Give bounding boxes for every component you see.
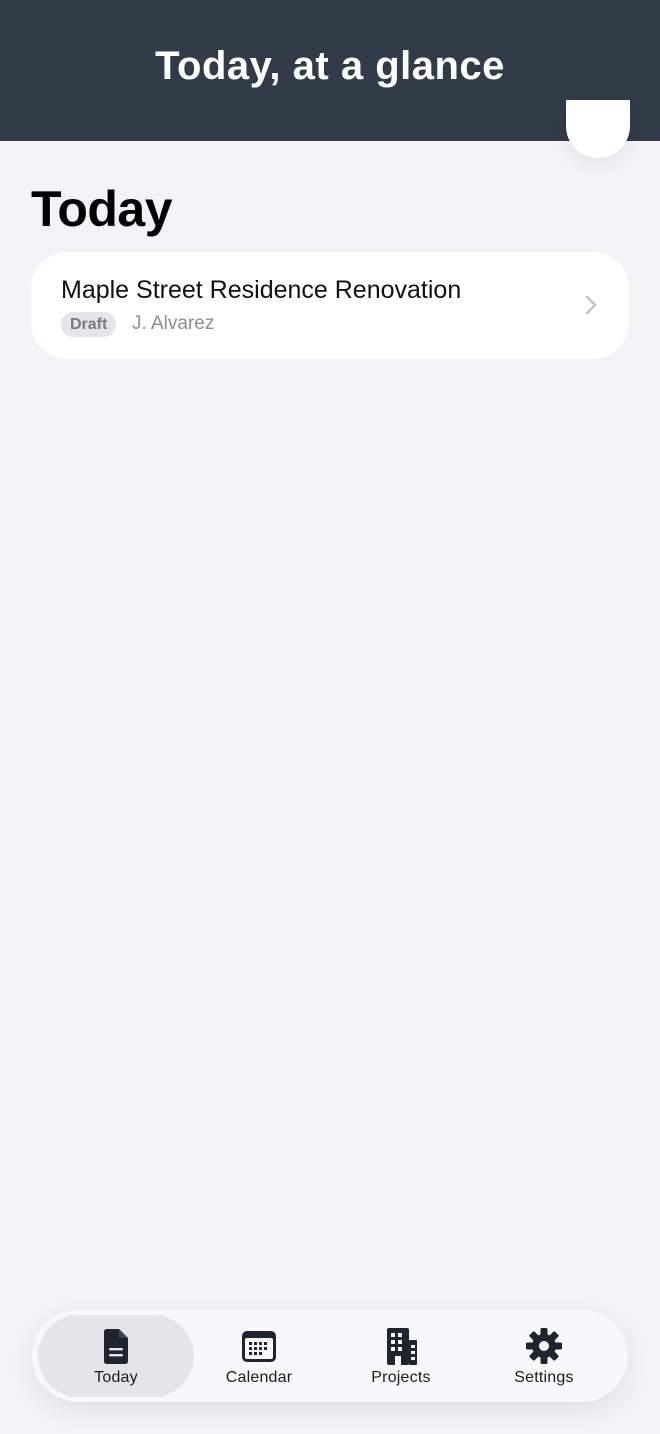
- item-author: J. Alvarez: [132, 313, 215, 334]
- item-title: Maple Street Residence Renovation: [61, 276, 462, 304]
- tab-calendar[interactable]: Calendar: [181, 1315, 337, 1397]
- tab-today[interactable]: Today: [38, 1315, 194, 1397]
- gear-icon: [526, 1327, 562, 1364]
- page-title: Today, at a glance: [155, 44, 505, 88]
- status-badge: Draft: [61, 312, 117, 337]
- floating-action-button[interactable]: [566, 100, 630, 158]
- tab-label: Calendar: [225, 1368, 293, 1386]
- tab-label: Settings: [514, 1368, 574, 1386]
- tab-bar: Today Calendar Projects Settings: [32, 1310, 628, 1402]
- tab-projects[interactable]: Projects: [323, 1315, 479, 1397]
- header-bar: Today, at a glance: [0, 0, 660, 141]
- section-title: Today: [31, 181, 173, 237]
- tab-label: Projects: [371, 1368, 431, 1386]
- list-item[interactable]: Maple Street Residence Renovation Draft …: [31, 252, 629, 359]
- tab-label: Today: [94, 1368, 138, 1386]
- tab-settings[interactable]: Settings: [466, 1315, 622, 1397]
- building-icon: [387, 1327, 417, 1365]
- document-icon: [104, 1328, 128, 1364]
- chevron-right-icon: [585, 295, 597, 315]
- calendar-icon: [242, 1330, 276, 1362]
